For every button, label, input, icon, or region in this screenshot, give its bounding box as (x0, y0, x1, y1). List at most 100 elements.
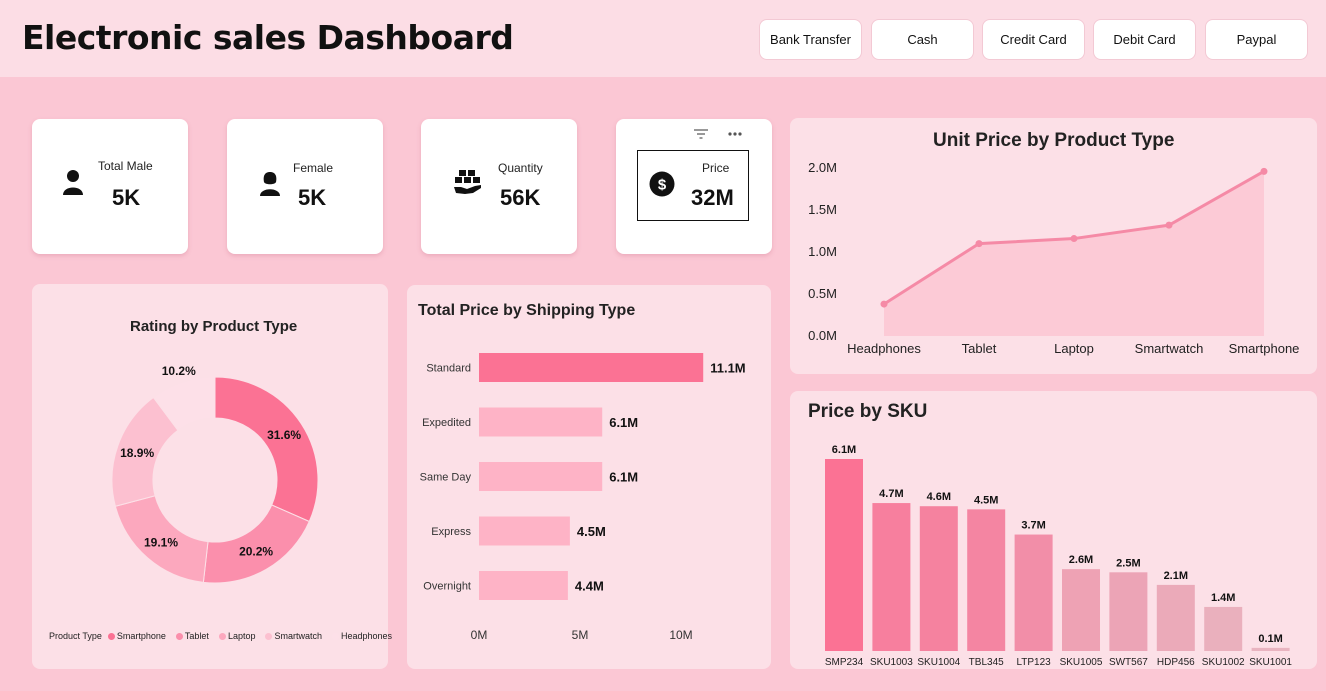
filter-icon[interactable] (693, 128, 709, 140)
unit-price-xtick-headphones: Headphones (847, 341, 921, 356)
shipping-bar-overnight[interactable] (479, 571, 568, 600)
donut-label-headphones: 10.2% (162, 365, 196, 378)
unit-price-xtick-laptop: Laptop (1054, 341, 1094, 356)
legend-dot-headphones (331, 632, 339, 640)
sku-bar-sku1005[interactable] (1062, 569, 1100, 651)
kpi-card-price[interactable]: $ Price 32M (616, 119, 772, 254)
sku-value-sku1004: 4.6M (927, 491, 951, 503)
unit-price-point-headphones[interactable] (880, 300, 888, 308)
sku-category-ltp123: LTP123 (1016, 657, 1051, 668)
sku-bar-hdp456[interactable] (1156, 584, 1195, 651)
sku-bar-sku1002[interactable] (1204, 606, 1243, 651)
sku-category-sku1003: SKU1003 (870, 657, 913, 668)
donut-label-smartphone: 31.6% (267, 428, 301, 442)
unit-price-ytick-2-0m: 2.0M (808, 160, 837, 175)
donut-label-smartwatch: 18.9% (120, 446, 154, 460)
boxes-hand-icon (454, 170, 481, 194)
price-by-sku-bar-chart[interactable]: 6.1M SMP234 4.7M SKU1003 4.6M SKU1004 4.5M TBL3… (790, 430, 1317, 669)
unit-price-ytick-1-0m: 1.0M (808, 244, 837, 259)
sku-value-tbl345: 4.5M (974, 494, 998, 506)
sku-category-sku1004: SKU1004 (917, 657, 960, 668)
sku-value-sku1005: 2.6M (1069, 554, 1093, 566)
shipping-bar-chart[interactable]: Standard 11.1M Expedited 6.1M Same Day 6.1M Ex… (407, 330, 771, 660)
shipping-xtick-5m: 5M (572, 628, 589, 642)
unit-price-chart-title: Unit Price by Product Type (933, 130, 1175, 151)
sku-value-smp234: 6.1M (832, 444, 856, 456)
person-female-icon (260, 172, 280, 196)
shipping-value-same-day: 6.1M (609, 470, 638, 485)
kpi-price-value: 32M (691, 185, 734, 210)
rating-donut-chart[interactable]: 31.6% 20.2% 19.1% 18.9% 10.2% (100, 365, 330, 595)
legend-item-smartphone[interactable]: Smartphone (117, 631, 166, 641)
slicer-debit-card[interactable]: Debit Card (1093, 19, 1196, 60)
unit-price-ytick-0-0m: 0.0M (808, 328, 837, 343)
legend-dot-laptop (218, 632, 226, 640)
unit-price-point-laptop[interactable] (1070, 235, 1078, 243)
donut-label-laptop: 19.1% (144, 535, 178, 549)
slicer-bank-transfer[interactable]: Bank Transfer (759, 19, 862, 60)
kpi-card-female[interactable]: Female 5K (227, 119, 383, 254)
legend-item-smartwatch[interactable]: Smartwatch (274, 631, 322, 641)
slicer-cash[interactable]: Cash (871, 19, 974, 60)
sku-value-hdp456: 2.1M (1164, 570, 1188, 582)
shipping-bar-express[interactable] (479, 516, 570, 546)
shipping-chart-title: Total Price by Shipping Type (418, 302, 636, 319)
sku-value-sku1001: 0.1M (1258, 633, 1282, 645)
sku-bar-tbl345[interactable] (967, 509, 1006, 651)
sku-value-swt567: 2.5M (1116, 557, 1140, 569)
slicer-credit-card[interactable]: Credit Card (982, 19, 1085, 60)
kpi-male-value: 5K (112, 185, 141, 210)
dollar-circle-icon: $ (649, 171, 675, 197)
sku-value-sku1003: 4.7M (879, 488, 903, 500)
shipping-value-express: 4.5M (577, 524, 606, 539)
sku-bar-swt567[interactable] (1109, 572, 1148, 651)
unit-price-point-tablet[interactable] (975, 240, 983, 248)
shipping-category-standard: Standard (426, 363, 471, 375)
legend-dot-smartwatch (265, 632, 273, 640)
person-male-icon (63, 170, 83, 195)
sku-category-hdp456: HDP456 (1157, 657, 1195, 668)
sku-bar-ltp123[interactable] (1014, 534, 1053, 651)
sku-bar-sku1004[interactable] (919, 506, 958, 651)
unit-price-area (884, 171, 1264, 336)
shipping-category-overnight: Overnight (423, 581, 471, 593)
kpi-male-label: Total Male (98, 159, 153, 173)
sku-bar-sku1001[interactable] (1251, 647, 1290, 651)
shipping-xtick-10m: 10M (669, 628, 692, 642)
shipping-bar-standard[interactable] (479, 353, 704, 382)
svg-text:$: $ (658, 177, 667, 194)
shipping-category-same-day: Same Day (420, 472, 472, 484)
sku-category-smp234: SMP234 (825, 657, 864, 668)
donut-label-tablet: 20.2% (239, 545, 273, 559)
sku-value-ltp123: 3.7M (1021, 520, 1045, 532)
slicer-paypal[interactable]: Paypal (1205, 19, 1308, 60)
legend-title: Product Type (49, 631, 102, 641)
donut-slice-smartphone[interactable] (214, 376, 319, 523)
legend-item-tablet[interactable]: Tablet (185, 631, 209, 641)
header-bar: Electronic sales Dashboard Bank Transfer… (0, 0, 1326, 77)
legend-item-laptop[interactable]: Laptop (228, 631, 256, 641)
shipping-value-expedited: 6.1M (609, 415, 638, 430)
kpi-card-quantity[interactable]: Quantity 56K (421, 119, 577, 254)
kpi-price-label: Price (702, 161, 730, 175)
rating-chart-title: Rating by Product Type (130, 318, 298, 335)
sku-category-tbl345: TBL345 (969, 657, 1004, 668)
more-options-icon[interactable] (727, 131, 743, 137)
kpi-quantity-value: 56K (500, 185, 541, 210)
kpi-card-male[interactable]: Total Male 5K (32, 119, 188, 254)
unit-price-point-smartwatch[interactable] (1165, 221, 1173, 229)
sku-bar-smp234[interactable] (825, 459, 863, 651)
kpi-quantity-label: Quantity (498, 161, 543, 175)
sku-value-sku1002: 1.4M (1211, 592, 1235, 604)
shipping-bar-expedited[interactable] (479, 407, 603, 437)
legend-item-headphones[interactable]: Headphones (341, 631, 392, 641)
unit-price-point-smartphone[interactable] (1260, 167, 1268, 175)
unit-price-area-chart[interactable]: 0.0M 0.5M 1.0M 1.5M 2.0M Headphones Tablet Lapt… (790, 150, 1317, 370)
unit-price-ytick-1-5m: 1.5M (808, 202, 837, 217)
shipping-value-standard: 11.1M (710, 361, 745, 376)
shipping-bar-same-day[interactable] (479, 462, 603, 491)
sku-category-sku1001: SKU1001 (1249, 657, 1292, 668)
kpi-female-value: 5K (298, 185, 327, 210)
legend-dot-tablet (175, 632, 183, 640)
sku-bar-sku1003[interactable] (872, 503, 911, 651)
